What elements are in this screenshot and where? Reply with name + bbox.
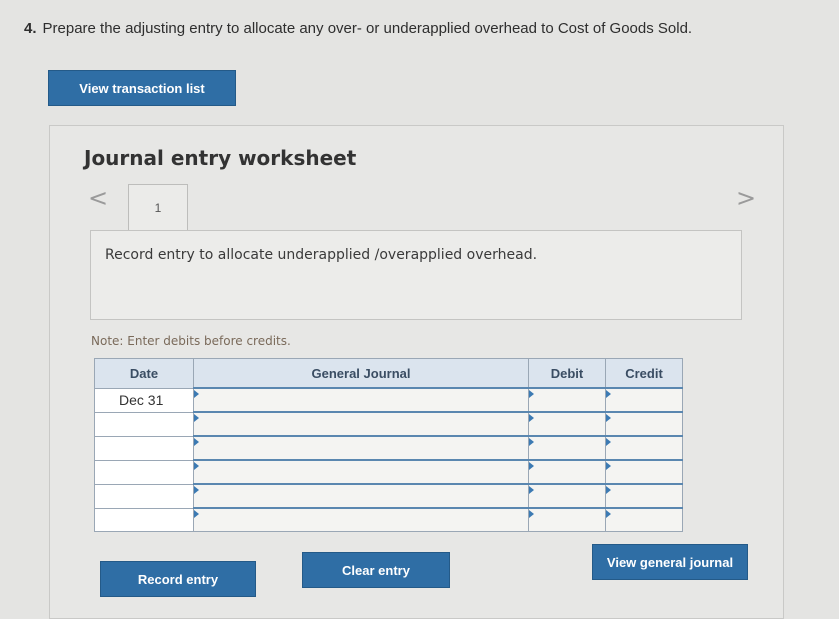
date-cell	[94, 435, 194, 461]
table-row	[94, 435, 683, 461]
record-entry-button[interactable]: Record entry	[100, 561, 256, 597]
account-input[interactable]	[193, 483, 529, 509]
credit-input[interactable]	[605, 507, 683, 532]
debit-input[interactable]	[528, 387, 606, 413]
date-cell	[94, 411, 194, 437]
debit-input[interactable]	[528, 459, 606, 485]
credit-input[interactable]	[605, 483, 683, 509]
header-debit: Debit	[528, 358, 606, 389]
account-input[interactable]	[193, 387, 529, 413]
debit-input[interactable]	[528, 435, 606, 461]
entry-instruction-text: Record entry to allocate underapplied /o…	[105, 247, 538, 263]
table-row	[94, 507, 683, 532]
entry-instruction-box: Record entry to allocate underapplied /o…	[90, 230, 742, 320]
header-credit: Credit	[605, 358, 683, 389]
chevron-right-icon[interactable]: >	[736, 184, 756, 212]
credit-input[interactable]	[605, 435, 683, 461]
question-number: 4.	[24, 20, 37, 37]
account-input[interactable]	[193, 507, 529, 532]
header-general-journal: General Journal	[193, 358, 529, 389]
table-row	[94, 483, 683, 509]
table-row	[94, 411, 683, 437]
debit-input[interactable]	[528, 411, 606, 437]
clear-entry-button[interactable]: Clear entry	[302, 552, 450, 588]
entry-tab-1[interactable]: 1	[128, 184, 188, 230]
view-transaction-list-button[interactable]: View transaction list	[48, 70, 236, 106]
credit-input[interactable]	[605, 411, 683, 437]
account-input[interactable]	[193, 459, 529, 485]
worksheet-title: Journal entry worksheet	[84, 146, 357, 170]
question-body: Prepare the adjusting entry to allocate …	[42, 20, 693, 37]
journal-entry-worksheet-panel: Journal entry worksheet < 1 > Record ent…	[49, 125, 784, 619]
table-header-row: Date General Journal Debit Credit	[94, 358, 683, 389]
view-general-journal-button[interactable]: View general journal	[592, 544, 748, 580]
table-row	[94, 459, 683, 485]
account-input[interactable]	[193, 435, 529, 461]
debit-input[interactable]	[528, 507, 606, 532]
date-cell	[94, 483, 194, 509]
credit-input[interactable]	[605, 387, 683, 413]
debits-note: Note: Enter debits before credits.	[91, 334, 291, 348]
chevron-left-icon[interactable]: <	[88, 184, 108, 212]
table-row: Dec 31	[94, 387, 683, 413]
question-text: 4. Prepare the adjusting entry to allocat…	[24, 20, 692, 37]
account-input[interactable]	[193, 411, 529, 437]
date-cell: Dec 31	[94, 387, 194, 413]
credit-input[interactable]	[605, 459, 683, 485]
header-date: Date	[94, 358, 194, 389]
date-cell	[94, 507, 194, 532]
debit-input[interactable]	[528, 483, 606, 509]
general-journal-table: Date General Journal Debit Credit Dec 31	[94, 358, 683, 532]
date-cell	[94, 459, 194, 485]
